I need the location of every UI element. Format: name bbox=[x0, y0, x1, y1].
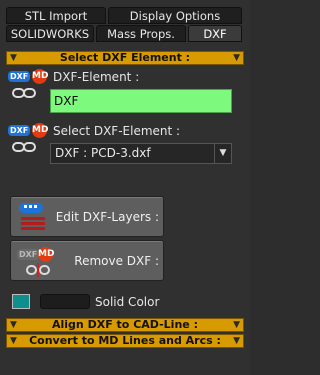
tab-stl-import[interactable]: STL Import bbox=[6, 7, 106, 24]
section-convert-md[interactable]: ▼ Convert to MD Lines and Arcs : ▼ bbox=[6, 334, 244, 348]
tab-row-top: STL Import Display Options bbox=[6, 7, 242, 24]
dxf-panel: STL Import Display Options SOLIDWORKS Ma… bbox=[0, 0, 250, 375]
dxf-link-icon[interactable]: DXF MD bbox=[8, 69, 48, 109]
md-badge-icon: MD bbox=[32, 69, 48, 84]
expand-triangle-icon: ▼ bbox=[233, 320, 240, 330]
dxf-dropdown-value: DXF : PCD-3.dxf bbox=[55, 146, 151, 160]
tab-mass-props[interactable]: Mass Props. bbox=[96, 25, 186, 42]
section-select-title: Select DXF Element : bbox=[59, 51, 191, 64]
select-dxf-link-icon[interactable]: DXF MD bbox=[8, 123, 48, 163]
broken-link-icon bbox=[26, 263, 50, 277]
dxf-tag-icon: DXF bbox=[17, 249, 40, 260]
expand-triangle-icon: ▼ bbox=[233, 336, 240, 346]
layers-icon bbox=[19, 203, 45, 230]
dxf-tag-icon: DXF bbox=[8, 71, 31, 82]
dxf-element-dropdown[interactable]: DXF : PCD-3.dxf ▼ bbox=[50, 143, 232, 164]
tab-dxf[interactable]: DXF bbox=[188, 25, 242, 42]
section-convert-title: Convert to MD Lines and Arcs : bbox=[29, 334, 221, 347]
dxf-element-label: DXF-Element : bbox=[53, 70, 140, 84]
remove-dxf-label: Remove DXF : bbox=[74, 254, 159, 268]
collapse-triangle-icon: ▼ bbox=[233, 53, 240, 63]
edit-dxf-layers-button[interactable]: Edit DXF-Layers : bbox=[10, 196, 164, 237]
md-badge-icon: MD bbox=[32, 123, 48, 138]
section-align-title: Align DXF to CAD-Line : bbox=[52, 318, 198, 331]
dropdown-arrow-icon[interactable]: ▼ bbox=[214, 144, 231, 163]
chain-link-icon bbox=[12, 142, 36, 152]
dxf-element-field[interactable]: DXF bbox=[50, 89, 232, 113]
chain-link-icon bbox=[12, 88, 36, 98]
tab-row-bottom: SOLIDWORKS Mass Props. DXF bbox=[6, 25, 242, 42]
md-badge-icon: MD bbox=[38, 247, 54, 262]
section-select-dxf-element[interactable]: ▼ Select DXF Element : ▼ bbox=[6, 51, 244, 65]
solid-color-toggle[interactable] bbox=[40, 294, 90, 309]
remove-dxf-button[interactable]: DXF MD Remove DXF : bbox=[10, 240, 164, 281]
dxf-tag-icon: DXF bbox=[8, 125, 31, 136]
expand-triangle-icon: ▼ bbox=[10, 336, 17, 346]
select-dxf-element-label: Select DXF-Element : bbox=[53, 124, 181, 138]
tab-display-options[interactable]: Display Options bbox=[108, 7, 242, 24]
collapse-triangle-icon: ▼ bbox=[10, 53, 17, 63]
solid-color-label: Solid Color bbox=[95, 295, 160, 309]
solid-color-swatch[interactable] bbox=[12, 294, 30, 309]
edit-dxf-layers-label: Edit DXF-Layers : bbox=[55, 210, 159, 224]
section-align-dxf[interactable]: ▼ Align DXF to CAD-Line : ▼ bbox=[6, 318, 244, 332]
tab-solidworks[interactable]: SOLIDWORKS bbox=[6, 25, 94, 42]
expand-triangle-icon: ▼ bbox=[10, 320, 17, 330]
